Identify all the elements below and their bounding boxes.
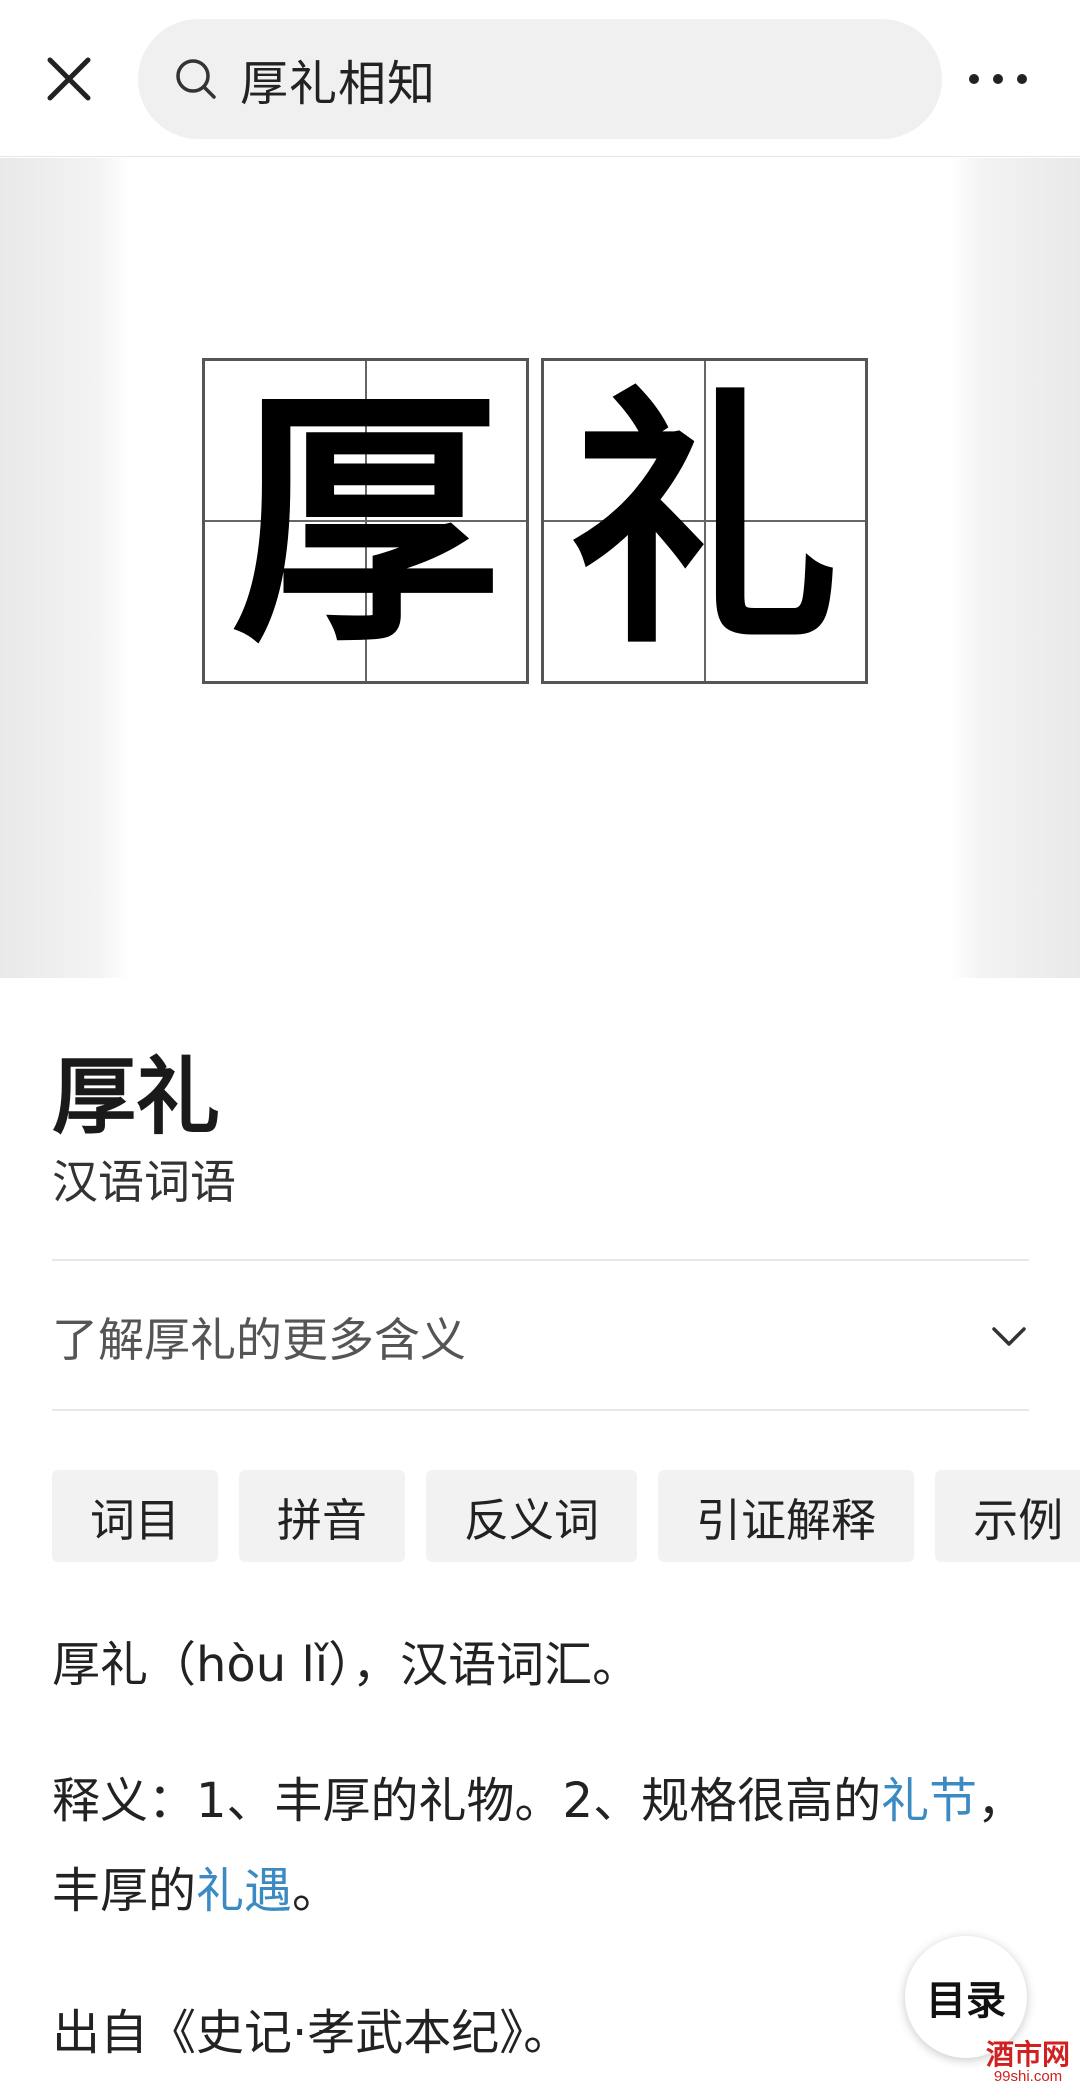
link-li-yu[interactable]: 礼遇 xyxy=(196,1863,292,1919)
source-paragraph: 出自《史记·孝武本纪》。 xyxy=(52,2005,572,2061)
more-meanings-label: 了解厚礼的更多含义 xyxy=(52,1313,466,1367)
section-tabs: 词目 拼音 反义词 引证解释 示例 xyxy=(52,1470,1080,1562)
more-horizontal-icon[interactable] xyxy=(967,72,1029,86)
tab-antonym[interactable]: 反义词 xyxy=(426,1470,638,1562)
link-li-jie[interactable]: 礼节 xyxy=(881,1773,977,1829)
search-query-text[interactable]: 厚礼相知 xyxy=(240,44,436,114)
divider xyxy=(52,1259,1029,1261)
hero-image-area: 厚 礼 xyxy=(0,158,1080,978)
entry-title: 厚礼 xyxy=(52,1048,221,1146)
close-icon[interactable] xyxy=(44,54,94,104)
intro-paragraph: 厚礼（hòu lǐ），汉语词汇。 xyxy=(52,1637,641,1693)
calligraphy-character: 礼 xyxy=(569,362,840,680)
more-options-button[interactable] xyxy=(958,46,1038,112)
chevron-down-icon xyxy=(989,1317,1029,1357)
character-grid-box: 礼 xyxy=(541,358,868,684)
tab-citation[interactable]: 引证解释 xyxy=(658,1470,915,1562)
watermark-main-text: 酒市网 xyxy=(985,2038,1070,2071)
definition-text: 释义：1、丰厚的礼物。2、规格很高的 xyxy=(52,1773,882,1829)
tab-pinyin[interactable]: 拼音 xyxy=(239,1470,406,1562)
definition-paragraph: 释义：1、丰厚的礼物。2、规格很高的礼节，丰厚的礼遇。 xyxy=(52,1756,1032,1936)
more-meanings-row[interactable]: 了解厚礼的更多含义 xyxy=(52,1262,1029,1412)
character-grid-box: 厚 xyxy=(202,358,529,684)
tab-ci-mu[interactable]: 词目 xyxy=(52,1470,219,1562)
site-watermark-logo: 酒市网 99shi.com xyxy=(978,2040,1078,2083)
close-button[interactable] xyxy=(36,46,102,112)
top-bar: 厚礼相知 xyxy=(0,0,1080,157)
entry-subtitle: 汉语词语 xyxy=(52,1155,236,1209)
calligraphy-character: 厚 xyxy=(230,362,501,680)
tab-example[interactable]: 示例 xyxy=(935,1470,1080,1562)
watermark-sub-text: 99shi.com xyxy=(993,2068,1063,2083)
calligraphy-image[interactable]: 厚 礼 xyxy=(130,158,950,978)
search-input[interactable]: 厚礼相知 xyxy=(138,19,942,139)
search-icon xyxy=(172,55,220,103)
divider xyxy=(52,1409,1029,1411)
definition-text: 。 xyxy=(292,1863,341,1919)
